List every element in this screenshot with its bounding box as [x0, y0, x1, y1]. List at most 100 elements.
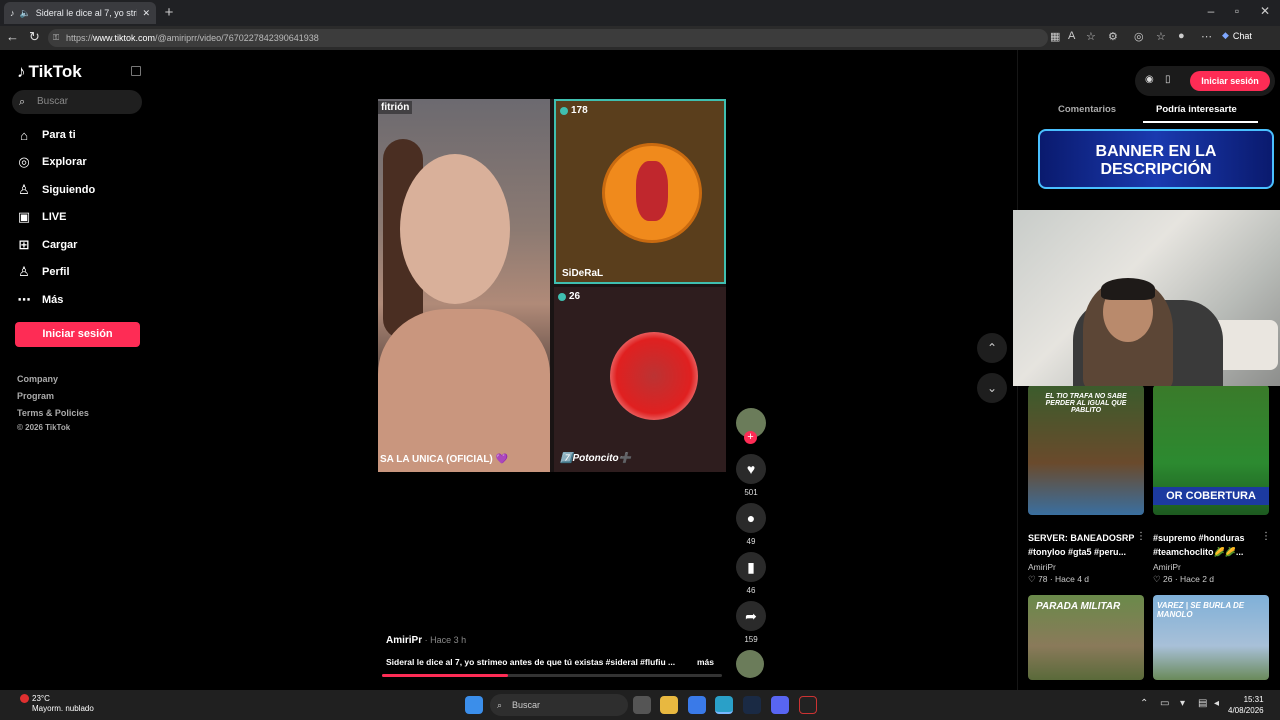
volume-icon[interactable]: ◂ [1214, 698, 1219, 709]
video-2-time: Hace 2 d [1180, 574, 1215, 584]
webcam-hair-shape [1101, 278, 1155, 300]
edge-icon[interactable] [715, 696, 733, 714]
video-2-menu-icon[interactable]: ⋮ [1261, 531, 1271, 542]
microphone-icon[interactable]: ▾ [1180, 698, 1185, 709]
clock-time: 15:31 [1243, 695, 1264, 704]
tray-app-icon[interactable]: ▭ [1160, 698, 1169, 709]
site-info-icon[interactable]: ⚿ [53, 29, 59, 47]
video-thumb-2[interactable]: OR COBERTURA [1153, 385, 1269, 515]
like-button[interactable]: ♥ 501 [736, 454, 766, 497]
share-button[interactable]: ➦ 159 [736, 601, 766, 644]
obs-icon[interactable] [799, 696, 817, 714]
footer-program-link[interactable]: Program [17, 391, 54, 401]
start-icon[interactable] [465, 696, 483, 714]
url-field[interactable]: ⚿ https://www.tiktok.com/@amiriprr/video… [48, 29, 1048, 47]
close-tab-icon[interactable]: ✕ [142, 8, 150, 19]
nav-item-live[interactable]: ▣ LIVE [16, 207, 67, 227]
network-icon[interactable]: ▤ [1198, 698, 1207, 709]
save-button[interactable]: ▮ 46 [736, 552, 766, 595]
creator-avatar-wrap[interactable]: + [734, 406, 768, 446]
header-login-button[interactable]: Iniciar sesión [1190, 71, 1270, 91]
copilot-chat-icon: ◆ [1222, 30, 1229, 40]
live-icon: ▣ [17, 209, 31, 224]
nav-item-explorar[interactable]: ◎ Explorar [16, 152, 86, 172]
collapse-sidebar-icon[interactable] [131, 66, 141, 76]
search-input[interactable]: ⌕ Buscar [12, 90, 142, 114]
save-count: 46 [746, 586, 756, 595]
video-progress-fill [382, 674, 508, 677]
video-thumb-4[interactable]: VAREZ | SE BURLA DE MANOLO [1153, 595, 1269, 680]
caption-text: Sideral le dice al 7, yo strimeo antes d… [386, 657, 676, 667]
nav-item-mas[interactable]: ⋯ Más [16, 290, 64, 310]
video-author-2[interactable]: AmiriPr [1153, 562, 1181, 572]
favorite-icon[interactable]: ☆ [1086, 30, 1096, 43]
copilot-app-icon[interactable] [688, 696, 706, 714]
footer-company-link[interactable]: Company [17, 374, 58, 384]
nav-label: Para ti [42, 129, 76, 141]
close-window-button[interactable]: ✕ [1254, 4, 1276, 18]
tiktok-logo[interactable]: ♪ TikTok [17, 62, 82, 82]
back-icon[interactable]: ← [6, 29, 19, 44]
top-right-controls: ◉ ▯ Iniciar sesión [1135, 66, 1275, 96]
minimize-button[interactable]: – [1200, 4, 1222, 18]
extensions-icon[interactable]: ⚙ [1108, 30, 1118, 43]
browser-tab-bar: ♪ 🔈 Sideral le dice al 7, yo strimeo ✕ +… [0, 0, 1280, 26]
weather-desc: Mayorm. nublado [32, 704, 94, 713]
footer-terms-link[interactable]: Terms & Policies [17, 408, 89, 418]
logo-text: TikTok [28, 62, 82, 81]
tray-chevron-icon[interactable]: ⌃ [1140, 698, 1148, 709]
menu-dots-icon[interactable]: ⋯ [1201, 30, 1212, 43]
video-progress-bar[interactable] [382, 674, 722, 677]
search-placeholder: Buscar [37, 96, 69, 107]
translate-icon[interactable]: A [1068, 30, 1075, 42]
taskbar-search[interactable]: ⌕ Buscar [490, 694, 628, 716]
copilot-icon[interactable]: ◎ [1134, 30, 1144, 43]
chat-button[interactable]: ◆ Chat [1222, 30, 1252, 41]
file-explorer-icon[interactable] [660, 696, 678, 714]
url-path: /@amiriprr/video/7670227842390641938 [155, 33, 319, 43]
guest1-count-value: 178 [571, 105, 588, 116]
app-icon[interactable]: ▦ [1050, 30, 1060, 43]
speaker-icon[interactable]: 🔈 [20, 8, 31, 19]
nav-item-para-ti[interactable]: ⌂ Para ti [16, 125, 76, 145]
task-view-icon[interactable] [633, 696, 651, 714]
video-thumb-3[interactable]: PARADA MILITAR [1028, 595, 1144, 680]
weather-widget[interactable]: 23°C Mayorm. nublado [12, 694, 94, 714]
more-link[interactable]: más [697, 657, 714, 667]
author-name[interactable]: AmiriPr [386, 635, 422, 646]
video-title-2[interactable]: #supremo #honduras #teamchoclito🌽🌽... [1153, 531, 1261, 559]
login-button[interactable]: Iniciar sesión [15, 322, 140, 347]
video-thumb-1[interactable]: EL TIO TRAFA NO SABE PERDER AL IGUAL QUE… [1028, 385, 1144, 515]
coins-icon[interactable]: ◉ [1145, 74, 1154, 85]
tab-podria-interesarte[interactable]: Podría interesarte [1156, 104, 1237, 115]
weather-alert-icon [20, 694, 29, 703]
banner[interactable]: BANNER EN LA DESCRIPCIÓN [1038, 129, 1274, 189]
video-title-1[interactable]: SERVER: BANEADOSRP #tonyloo #gta5 #peru.… [1028, 531, 1136, 559]
nav-item-perfil[interactable]: ♙ Perfil [16, 262, 70, 282]
video-author-1[interactable]: AmiriPr [1028, 562, 1056, 572]
favorites-icon[interactable]: ☆ [1156, 30, 1166, 43]
steam-icon[interactable] [743, 696, 761, 714]
like-count: 501 [744, 488, 758, 497]
discord-icon[interactable] [771, 696, 789, 714]
reload-icon[interactable]: ↻ [29, 29, 40, 45]
nav-item-cargar[interactable]: ⊞ Cargar [16, 235, 78, 255]
comment-button[interactable]: ● 49 [736, 503, 766, 546]
tab-comentarios[interactable]: Comentarios [1058, 104, 1116, 115]
next-video-button[interactable]: ⌄ [977, 373, 1007, 403]
new-tab-button[interactable]: + [160, 3, 178, 23]
phone-icon[interactable]: ▯ [1165, 74, 1171, 85]
maximize-button[interactable]: ▫ [1226, 4, 1248, 18]
browser-tab[interactable]: ♪ 🔈 Sideral le dice al 7, yo strimeo ✕ [4, 2, 156, 24]
music-avatar[interactable] [736, 650, 764, 678]
follow-plus-icon[interactable]: + [744, 431, 757, 444]
clock[interactable]: 15:31 4/08/2026 [1228, 694, 1264, 716]
caption: AmiriPr · Hace 3 h Sideral le dice al 7,… [386, 635, 726, 667]
nav-item-siguiendo[interactable]: ♙ Siguiendo [16, 180, 95, 200]
nav-label: Perfil [42, 266, 70, 278]
video-1-menu-icon[interactable]: ⋮ [1136, 531, 1146, 542]
video-player[interactable]: fitrión SA LA UNICA (OFICIAL) 💜 178 SiDe… [378, 99, 726, 472]
profile-avatar-icon[interactable]: ● [1178, 30, 1185, 42]
previous-video-button[interactable]: ⌃ [977, 333, 1007, 363]
thumb-2-text: OR COBERTURA [1153, 487, 1269, 505]
